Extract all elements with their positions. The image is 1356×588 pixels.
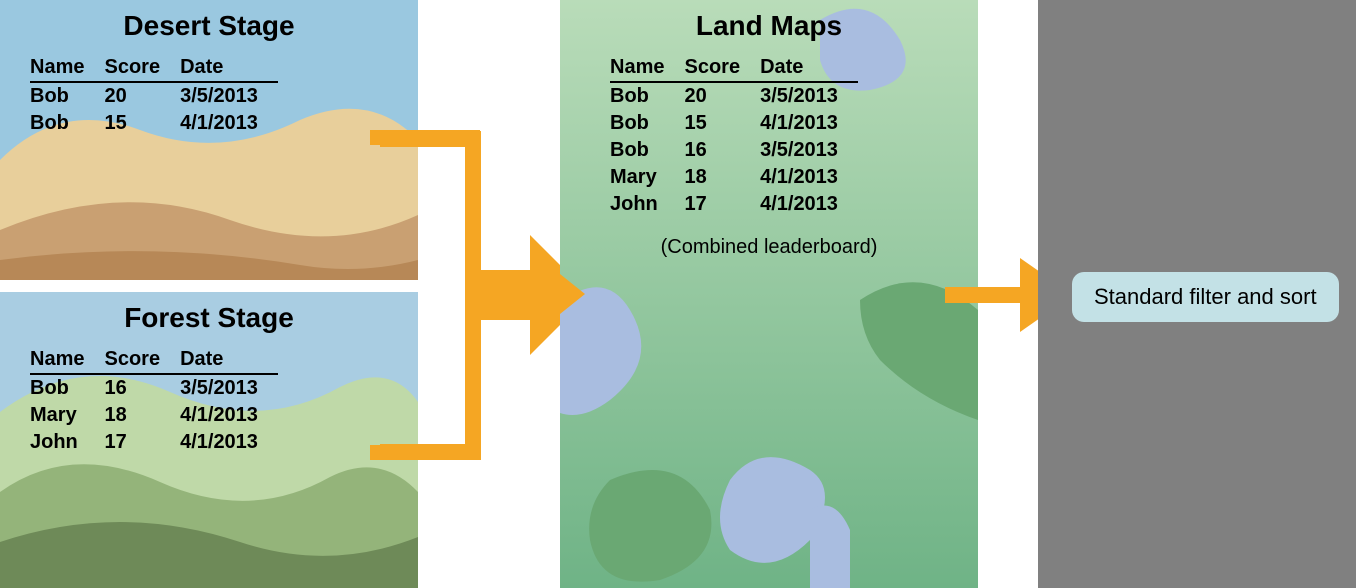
table-row: Mary 18 4/1/2013 (30, 402, 278, 429)
col-score: Score (104, 346, 180, 374)
forest-stage-panel: Forest Stage Name Score Date Bob 16 3/5/… (0, 292, 418, 588)
table-row: Bob 15 4/1/2013 (610, 110, 858, 137)
col-date: Date (180, 346, 278, 374)
table-row: Bob 15 4/1/2013 (30, 110, 278, 137)
table-row: Bob 20 3/5/2013 (30, 82, 278, 110)
land-caption: (Combined leaderboard) (560, 236, 978, 259)
col-name: Name (30, 54, 104, 82)
forest-table: Name Score Date Bob 16 3/5/2013 Mary 18 … (30, 346, 278, 456)
table-row: John 17 4/1/2013 (610, 191, 858, 218)
col-name: Name (610, 54, 684, 82)
table-row: John 17 4/1/2013 (30, 429, 278, 456)
table-row: Mary 18 4/1/2013 (610, 164, 858, 191)
desert-stage-panel: Desert Stage Name Score Date Bob 20 3/5/… (0, 0, 418, 280)
filter-sort-callout: Standard filter and sort (1072, 272, 1339, 322)
forest-title: Forest Stage (0, 302, 418, 334)
land-table: Name Score Date Bob 20 3/5/2013 Bob 15 4… (610, 54, 858, 218)
col-name: Name (30, 346, 104, 374)
table-row: Bob 16 3/5/2013 (30, 374, 278, 402)
col-date: Date (760, 54, 858, 82)
col-score: Score (104, 54, 180, 82)
table-row: Bob 16 3/5/2013 (610, 137, 858, 164)
merge-arrow-icon-clean (370, 0, 590, 588)
desert-title: Desert Stage (0, 10, 418, 42)
land-title: Land Maps (560, 10, 978, 42)
table-row: Bob 20 3/5/2013 (610, 82, 858, 110)
col-date: Date (180, 54, 278, 82)
desert-table: Name Score Date Bob 20 3/5/2013 Bob 15 4… (30, 54, 278, 137)
land-maps-panel: Land Maps Name Score Date Bob 20 3/5/201… (560, 0, 978, 588)
col-score: Score (684, 54, 760, 82)
